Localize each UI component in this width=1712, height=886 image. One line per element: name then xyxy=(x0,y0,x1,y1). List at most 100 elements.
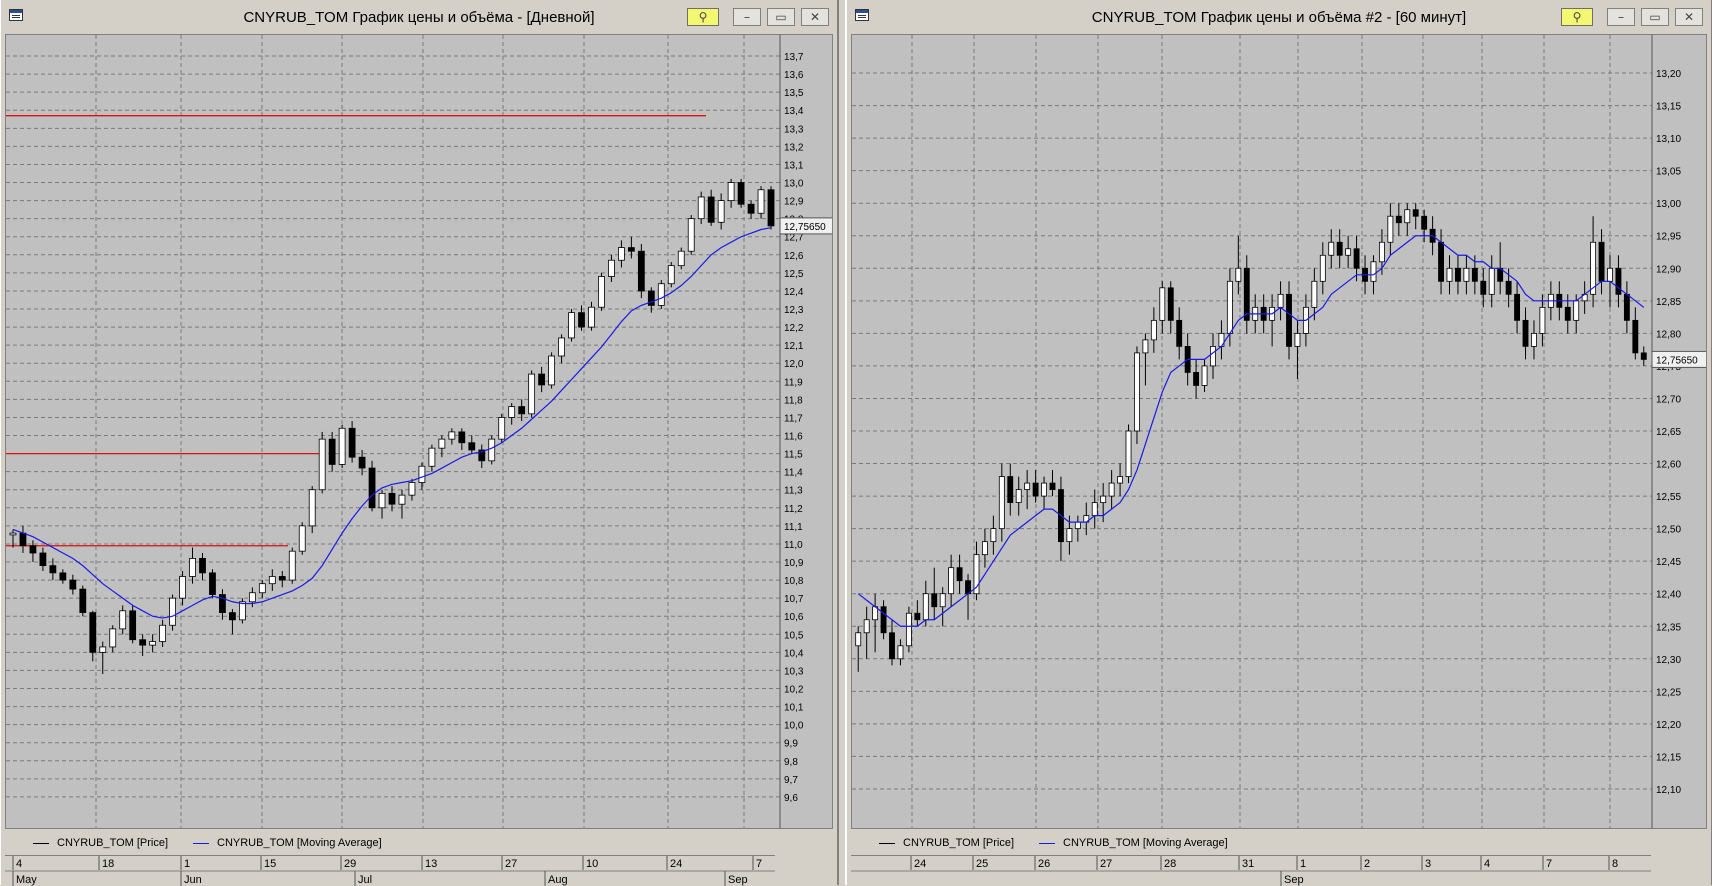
candle-body xyxy=(408,482,416,496)
candle-body xyxy=(1201,365,1208,386)
candle-body xyxy=(388,492,396,505)
date-axis[interactable]: 4 18 1 15 29 13 27 10 24 7 May Jun Jul Aug Sep xyxy=(5,855,775,886)
daily-chart-window[interactable]: CNYRUB_TOM График цены и объёма - [Дневн… xyxy=(0,0,838,886)
candle-body xyxy=(159,624,166,642)
candle-body xyxy=(1378,241,1385,263)
candle-body xyxy=(1024,482,1031,490)
candle-body xyxy=(608,259,615,277)
date-tick-label: 1 xyxy=(184,858,190,870)
candle-body xyxy=(1226,280,1233,334)
price-tick-label: 11,8 xyxy=(784,395,803,406)
candle-body xyxy=(1471,267,1478,282)
date-tick-label: 13 xyxy=(425,858,437,870)
hourly-chart-window[interactable]: CNYRUB_TOM График цены и объёма #2 - [60… xyxy=(846,0,1712,886)
price-tick-label: 13,10 xyxy=(1656,134,1681,145)
candle-body xyxy=(889,632,895,660)
candle-body xyxy=(1015,489,1022,503)
candle-body xyxy=(1243,267,1250,321)
candle-body xyxy=(667,265,675,285)
candle-body xyxy=(1404,209,1411,224)
price-tick-label: 11,5 xyxy=(784,450,803,461)
candle-body xyxy=(1421,215,1428,230)
date-axis[interactable]: 24 25 26 27 28 31 1 2 3 4 7 8 Sep xyxy=(851,855,1651,886)
window-splitter[interactable] xyxy=(838,0,846,885)
price-tick-label: 10,9 xyxy=(784,558,804,569)
minimize-button[interactable]: – xyxy=(1607,8,1635,26)
price-tick-label: 12,25 xyxy=(1656,687,1681,698)
candle-body xyxy=(468,442,476,451)
candle-body xyxy=(1041,482,1047,497)
titlebar[interactable]: CNYRUB_TOM График цены и объёма - [Дневн… xyxy=(1,0,837,34)
candle-body xyxy=(318,438,326,491)
price-tick-label: 12,50 xyxy=(1656,525,1681,536)
price-tick-label: 12,55 xyxy=(1656,492,1681,503)
date-tick-label: 15 xyxy=(264,858,276,870)
candle-body xyxy=(438,438,446,449)
candle-body xyxy=(1117,476,1124,484)
date-tick-label: 26 xyxy=(1038,858,1050,870)
price-tick-label: 12,20 xyxy=(1656,720,1681,731)
candle-body xyxy=(199,557,206,574)
price-chart-area[interactable]: 12,10 12,15 12,20 12,25 12,30 12,35 12,40 12,45… xyxy=(851,34,1707,829)
price-tick-label: 10,2 xyxy=(784,685,804,696)
price-chart-svg[interactable]: 12,10 12,15 12,20 12,25 12,30 12,35 12,40 12,45… xyxy=(852,35,1706,828)
close-button[interactable]: ✕ xyxy=(1675,8,1703,26)
candle-body xyxy=(258,583,266,594)
link-icon[interactable]: ⚲ xyxy=(1561,8,1593,26)
price-tick-label: 12,80 xyxy=(1656,329,1681,340)
candle-body xyxy=(278,576,286,581)
price-tick-label: 9,9 xyxy=(784,739,798,750)
price-tick-label: 13,15 xyxy=(1656,102,1681,113)
price-tick-label: 13,4 xyxy=(784,106,804,117)
price-tick-label: 11,6 xyxy=(784,432,803,443)
date-tick-label: 7 xyxy=(756,858,762,870)
candle-body xyxy=(1623,293,1630,321)
price-tick-label: 10,1 xyxy=(784,703,804,714)
close-button[interactable]: ✕ xyxy=(801,8,829,26)
chart-legend: CNYRUB_TOM [Price] CNYRUB_TOM [Moving Av… xyxy=(5,834,833,854)
month-label: Sep xyxy=(728,874,748,886)
candle-body xyxy=(59,572,67,581)
candle-body xyxy=(647,290,655,306)
price-tick-label: 10,8 xyxy=(784,576,804,587)
price-tick-label: 13,05 xyxy=(1656,167,1681,178)
price-tick-label: 10,5 xyxy=(784,630,804,641)
maximize-button[interactable]: ▭ xyxy=(767,8,795,26)
titlebar[interactable]: CNYRUB_TOM График цены и объёма #2 - [60… xyxy=(847,0,1711,34)
candle-body xyxy=(1438,241,1444,282)
candle-body xyxy=(897,645,904,660)
candle-body xyxy=(1640,352,1647,360)
candle-body xyxy=(378,492,386,509)
link-icon[interactable]: ⚲ xyxy=(687,8,719,26)
candle-body xyxy=(129,610,137,641)
candle-body xyxy=(1134,352,1140,432)
price-tick-label: 11,1 xyxy=(784,522,803,533)
candle-body xyxy=(19,532,27,547)
date-tick-label: 27 xyxy=(505,858,517,870)
candle-body xyxy=(922,593,929,621)
price-chart-area[interactable]: 9,6 9,7 9,8 9,9 10,0 10,1 10,2 10,3 10,4 10,5 10,6… xyxy=(5,34,833,829)
price-chart-svg[interactable]: 9,6 9,7 9,8 9,9 10,0 10,1 10,2 10,3 10,4 10,5 10,6… xyxy=(6,35,832,828)
price-tick-label: 13,20 xyxy=(1656,69,1681,80)
candle-body xyxy=(939,593,946,608)
candle-body xyxy=(189,557,196,577)
candle-body xyxy=(956,567,963,582)
maximize-button[interactable]: ▭ xyxy=(1641,8,1669,26)
price-tick-label: 10,6 xyxy=(784,612,804,623)
date-axis-svg: 24 25 26 27 28 31 1 2 3 4 7 8 Sep xyxy=(851,856,1651,886)
candle-body xyxy=(558,337,565,357)
candle-body xyxy=(1463,267,1470,282)
candle-body xyxy=(179,576,186,599)
candle-body xyxy=(209,572,216,595)
candle-body xyxy=(248,592,256,603)
candle-body xyxy=(268,576,276,585)
minimize-button[interactable]: – xyxy=(733,8,761,26)
date-axis-svg: 4 18 1 15 29 13 27 10 24 7 May Jun Jul Aug Sep xyxy=(5,856,775,886)
candle-body xyxy=(229,612,236,621)
date-tick-label: 18 xyxy=(102,858,114,870)
candle-body xyxy=(1632,319,1639,354)
date-tick-label: 3 xyxy=(1425,858,1431,870)
date-tick-label: 1 xyxy=(1300,858,1306,870)
price-tick-label: 12,5 xyxy=(784,269,804,280)
candle-body xyxy=(1387,215,1394,243)
